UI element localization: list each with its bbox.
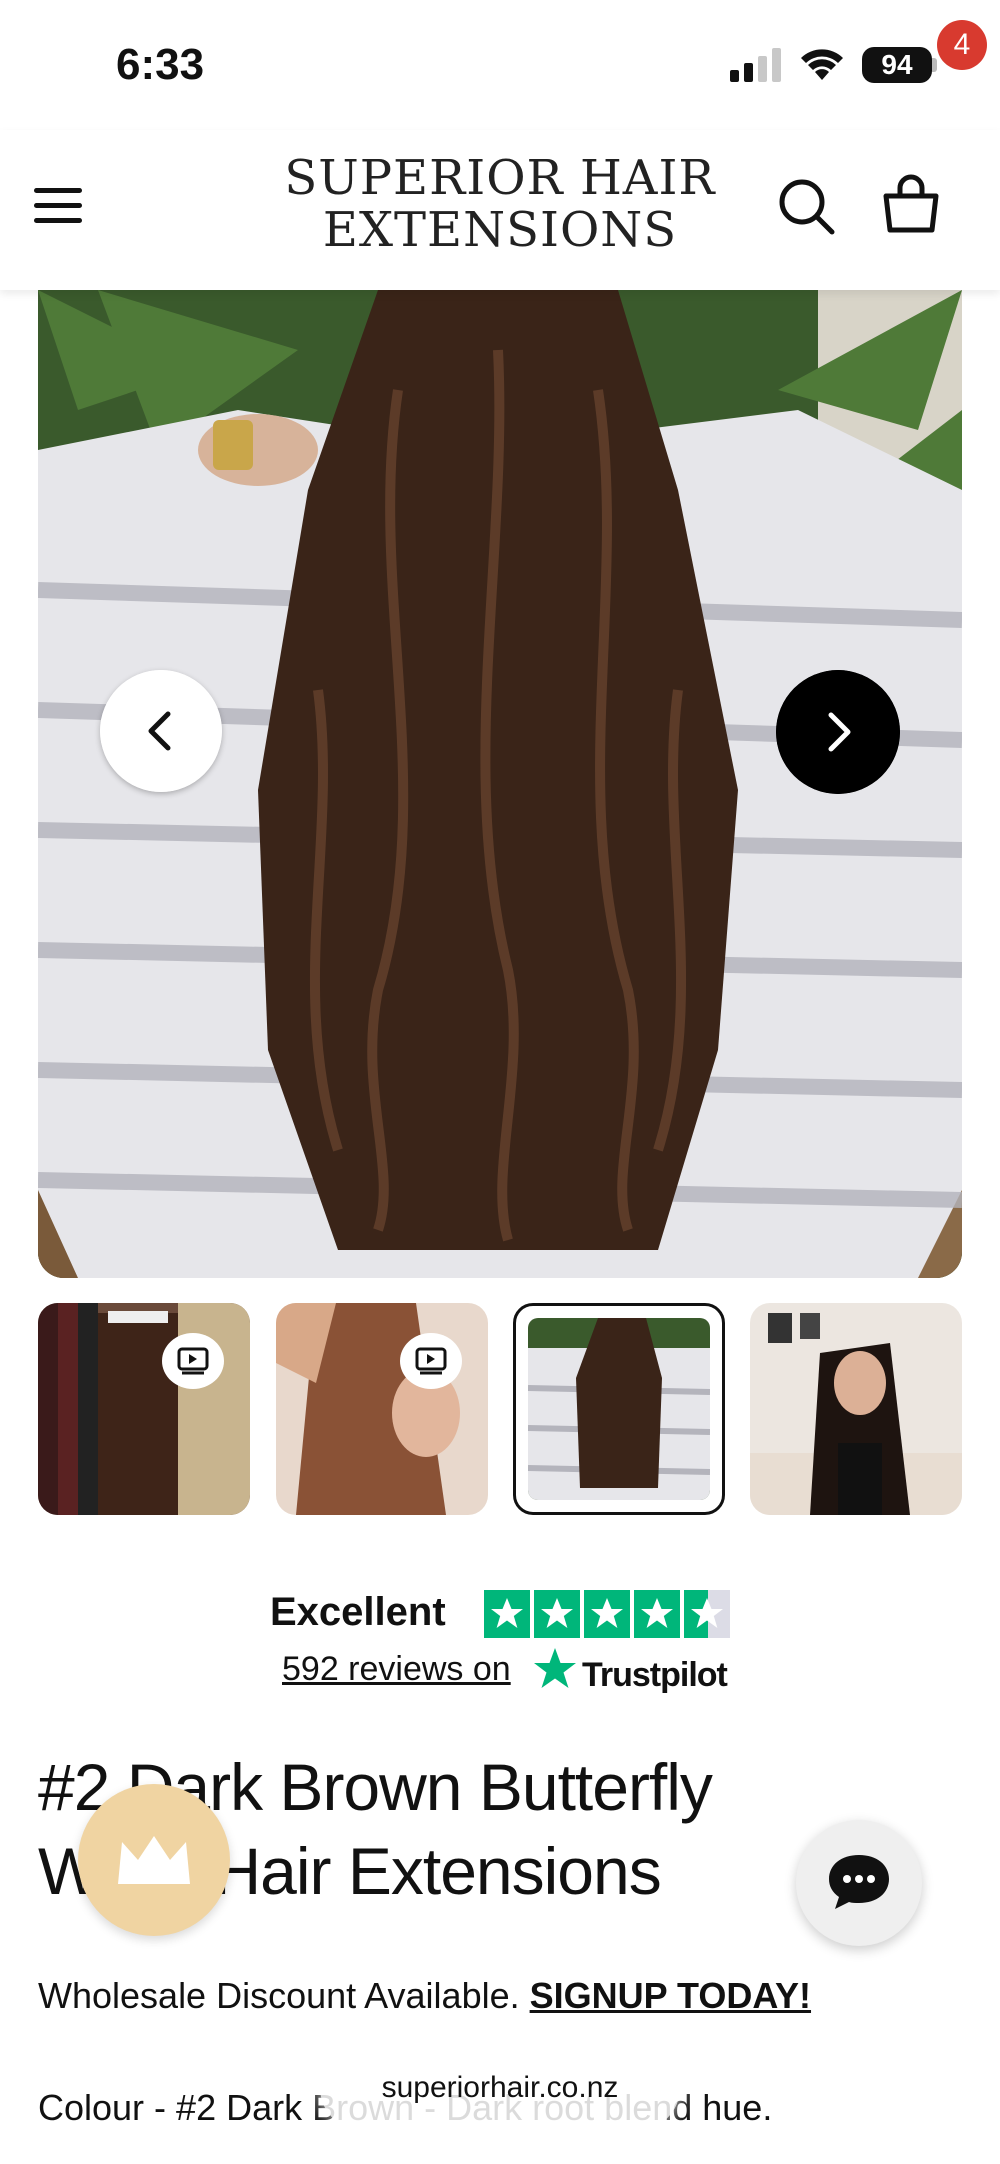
logo-line-1: SUPERIOR HAIR xyxy=(284,150,716,206)
hamburger-menu-icon[interactable] xyxy=(34,188,82,228)
rewards-button[interactable] xyxy=(78,1784,230,1936)
trustpilot-brand: Trustpilot xyxy=(582,1656,728,1694)
thumbnail-3-active[interactable] xyxy=(513,1303,725,1515)
crown-icon xyxy=(118,1836,190,1884)
site-logo[interactable]: SUPERIOR HAIR EXTENSIONS xyxy=(270,152,730,256)
trustpilot-rating-word: Excellent xyxy=(270,1590,446,1634)
battery-indicator: 94 xyxy=(862,47,932,83)
chat-button[interactable] xyxy=(796,1820,922,1946)
logo-line-2: EXTENSIONS xyxy=(322,202,678,258)
wholesale-text: Wholesale Discount Available. xyxy=(38,1975,530,2016)
previous-image-button[interactable] xyxy=(100,670,222,792)
trustpilot-stars xyxy=(484,1590,730,1638)
chat-bubble-icon xyxy=(829,1855,889,1909)
battery-tip xyxy=(932,58,937,72)
video-play-icon xyxy=(177,1347,209,1375)
site-header: SUPERIOR HAIR EXTENSIONS xyxy=(0,130,1000,290)
video-play-icon xyxy=(415,1347,447,1375)
thumbnail-1[interactable] xyxy=(38,1303,250,1515)
status-bar: 6:33 94 xyxy=(0,0,1000,130)
thumbnail-strip xyxy=(38,1303,962,1515)
cellular-signal-icon xyxy=(730,48,781,82)
browser-url-bar[interactable]: superiorhair.co.nz xyxy=(320,2046,680,2130)
thumbnail-4[interactable] xyxy=(750,1303,962,1515)
search-icon[interactable] xyxy=(776,176,838,238)
trustpilot-star-icon xyxy=(534,1648,576,1688)
video-badge xyxy=(162,1333,224,1389)
trustpilot-reviews-link[interactable]: 592 reviews on xyxy=(282,1650,511,1689)
wholesale-notice: Wholesale Discount Available. SIGNUP TOD… xyxy=(38,1975,811,2017)
status-time: 6:33 xyxy=(116,40,205,89)
video-badge xyxy=(400,1333,462,1389)
thumbnail-2[interactable] xyxy=(276,1303,488,1515)
wifi-icon xyxy=(801,49,843,80)
signup-link[interactable]: SIGNUP TODAY! xyxy=(530,1975,811,2016)
shopping-bag-icon[interactable] xyxy=(880,174,942,236)
next-image-button[interactable] xyxy=(776,670,900,794)
cart-count-badge[interactable]: 4 xyxy=(937,20,987,70)
